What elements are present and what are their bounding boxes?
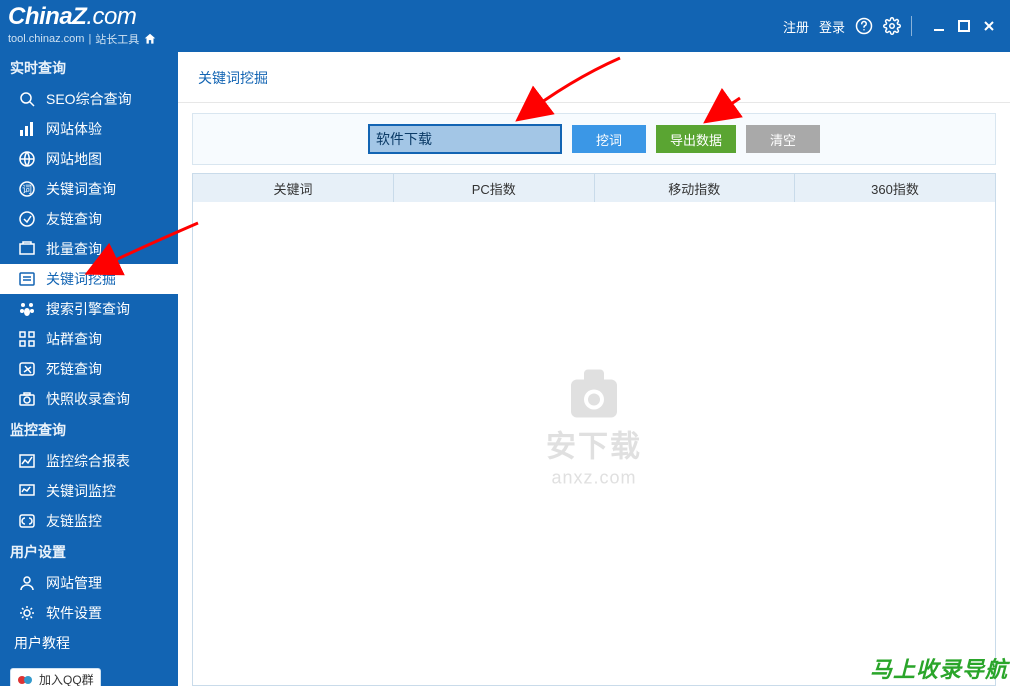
sidebar-item-sitemap[interactable]: 网站地图 bbox=[0, 144, 178, 174]
mining-icon bbox=[18, 270, 36, 288]
link-icon bbox=[18, 210, 36, 228]
sidebar-label: 网站体验 bbox=[46, 119, 102, 139]
export-button[interactable]: 导出数据 bbox=[656, 125, 736, 153]
col-pc[interactable]: PC指数 bbox=[394, 174, 595, 202]
sidebar-item-tutorial[interactable]: 用户教程 bbox=[0, 628, 178, 658]
report-icon bbox=[18, 452, 36, 470]
sidebar-label: 网站管理 bbox=[46, 573, 102, 593]
toolbar: 挖词 导出数据 清空 bbox=[192, 113, 996, 165]
monitor-icon bbox=[18, 482, 36, 500]
settings-icon[interactable] bbox=[883, 17, 901, 35]
batch-icon bbox=[18, 240, 36, 258]
keyword-input[interactable] bbox=[368, 124, 562, 154]
sidebar-label: 友链监控 bbox=[46, 511, 102, 531]
group-icon bbox=[18, 330, 36, 348]
sidebar-label: 监控综合报表 bbox=[46, 451, 130, 471]
close-button[interactable] bbox=[978, 17, 1000, 35]
sidebar-label: 用户教程 bbox=[14, 633, 70, 653]
minimize-button[interactable] bbox=[928, 17, 950, 35]
svg-text:词: 词 bbox=[22, 184, 32, 196]
sidebar-item-site-manage[interactable]: 网站管理 bbox=[0, 568, 178, 598]
results-table: 关键词 PC指数 移动指数 360指数 安下载 anxz.com bbox=[192, 173, 996, 686]
sidebar-label: 关键词查询 bbox=[46, 179, 116, 199]
sidebar-label: 快照收录查询 bbox=[46, 389, 130, 409]
maximize-button[interactable] bbox=[953, 17, 975, 35]
user-icon bbox=[18, 574, 36, 592]
qq-join-button[interactable]: 加入QQ群 bbox=[10, 668, 101, 686]
sidebar-item-keyword-query[interactable]: 词 关键词查询 bbox=[0, 174, 178, 204]
chart-icon bbox=[18, 120, 36, 138]
register-link[interactable]: 注册 bbox=[783, 17, 809, 36]
clear-button[interactable]: 清空 bbox=[746, 125, 820, 153]
watermark: 安下载 anxz.com bbox=[494, 361, 694, 488]
sidebar-group-realtime: 实时查询 bbox=[0, 52, 178, 84]
globe-icon bbox=[18, 150, 36, 168]
sidebar-label: 关键词挖掘 bbox=[46, 269, 116, 289]
logo: ChinaZ.com bbox=[8, 5, 157, 29]
sidebar-item-friendlink-monitor[interactable]: 友链监控 bbox=[0, 506, 178, 536]
sidebar-group-user: 用户设置 bbox=[0, 536, 178, 568]
sidebar-label: 死链查询 bbox=[46, 359, 102, 379]
sidebar-group-monitor: 监控查询 bbox=[0, 414, 178, 446]
logo-subtitle: tool.chinaz.com | 站长工具 bbox=[8, 31, 157, 47]
col-keyword[interactable]: 关键词 bbox=[193, 174, 394, 202]
footer-link[interactable]: 马上收录导航 bbox=[870, 652, 1008, 684]
col-360[interactable]: 360指数 bbox=[795, 174, 996, 202]
sidebar-label: 搜索引擎查询 bbox=[46, 299, 130, 319]
sidebar-item-friendlink[interactable]: 友链查询 bbox=[0, 204, 178, 234]
dig-button[interactable]: 挖词 bbox=[572, 125, 646, 153]
deadlink-icon bbox=[18, 360, 36, 378]
sidebar-label: 关键词监控 bbox=[46, 481, 116, 501]
sidebar-item-batch[interactable]: 批量查询 bbox=[0, 234, 178, 264]
gear-icon bbox=[18, 604, 36, 622]
sidebar-item-seo[interactable]: SEO综合查询 bbox=[0, 84, 178, 114]
link-monitor-icon bbox=[18, 512, 36, 530]
sidebar-item-monitor-report[interactable]: 监控综合报表 bbox=[0, 446, 178, 476]
sidebar-label: 站群查询 bbox=[46, 329, 102, 349]
header-divider bbox=[911, 16, 912, 36]
page-title: 关键词挖掘 bbox=[178, 52, 1010, 103]
sidebar-item-experience[interactable]: 网站体验 bbox=[0, 114, 178, 144]
paw-icon bbox=[18, 300, 36, 318]
help-icon[interactable] bbox=[855, 17, 873, 35]
login-link[interactable]: 登录 bbox=[819, 17, 845, 36]
qq-icon bbox=[17, 672, 33, 686]
sidebar-label: 软件设置 bbox=[46, 603, 102, 623]
sidebar-label: SEO综合查询 bbox=[46, 89, 132, 109]
home-icon[interactable] bbox=[143, 32, 157, 46]
camera-icon bbox=[18, 390, 36, 408]
col-mobile[interactable]: 移动指数 bbox=[594, 174, 795, 202]
sidebar-item-keyword-monitor[interactable]: 关键词监控 bbox=[0, 476, 178, 506]
sidebar-item-software-setting[interactable]: 软件设置 bbox=[0, 598, 178, 628]
sidebar-item-deadlink[interactable]: 死链查询 bbox=[0, 354, 178, 384]
sidebar-item-search-engine[interactable]: 搜索引擎查询 bbox=[0, 294, 178, 324]
sidebar-label: 友链查询 bbox=[46, 209, 102, 229]
sidebar-label: 批量查询 bbox=[46, 239, 102, 259]
keyword-icon: 词 bbox=[18, 180, 36, 198]
seo-icon bbox=[18, 90, 36, 108]
sidebar-label: 网站地图 bbox=[46, 149, 102, 169]
sidebar-item-keyword-mining[interactable]: 关键词挖掘 bbox=[0, 264, 178, 294]
sidebar-item-snapshot[interactable]: 快照收录查询 bbox=[0, 384, 178, 414]
sidebar-item-site-group[interactable]: 站群查询 bbox=[0, 324, 178, 354]
